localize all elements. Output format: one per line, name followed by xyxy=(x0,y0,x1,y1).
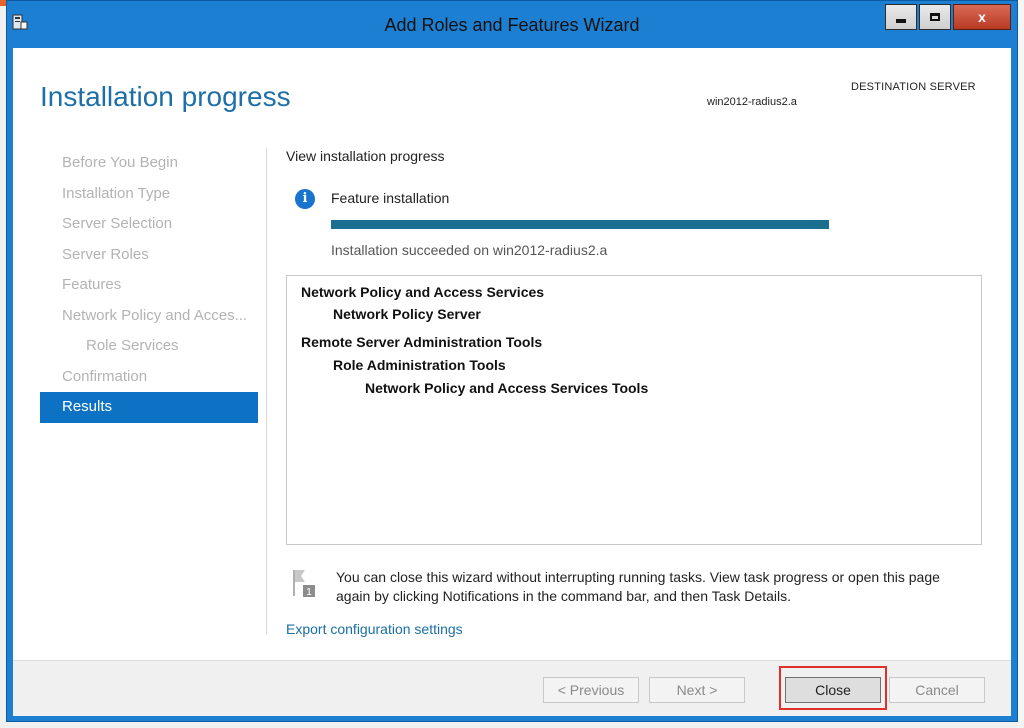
page-title: Installation progress xyxy=(40,81,291,112)
nav-item-results[interactable]: Results xyxy=(40,392,258,423)
nav-item-network-policy: Network Policy and Acces... xyxy=(62,306,248,324)
feature-installation-label: Feature installation xyxy=(331,190,450,206)
section-label: View installation progress xyxy=(286,148,445,164)
window-close-button[interactable]: x xyxy=(953,4,1011,30)
results-list: Network Policy and Access Services Netwo… xyxy=(286,275,982,545)
result-item: Network Policy and Access Services xyxy=(301,284,545,300)
destination-server-value: win2012-radius2.a xyxy=(707,96,797,108)
wizard-footer: < Previous Next > Close Cancel xyxy=(13,660,1011,716)
close-button[interactable]: Close xyxy=(785,677,881,703)
nav-item-server-roles: Server Roles xyxy=(62,245,149,263)
nav-item-server-selection: Server Selection xyxy=(62,215,173,232)
nav-item-confirmation: Confirmation xyxy=(62,367,148,385)
next-button[interactable]: Next > xyxy=(649,677,745,703)
info-icon: i xyxy=(295,189,315,209)
result-item: Role Administration Tools xyxy=(333,357,506,373)
notification-count: 1 xyxy=(306,587,312,598)
title-bar[interactable]: Add Roles and Features Wizard x xyxy=(7,1,1017,47)
background-app-edge xyxy=(1018,0,1024,728)
wizard-window: Add Roles and Features Wizard x Installa… xyxy=(6,0,1018,722)
minimize-button[interactable] xyxy=(885,4,917,30)
close-wizard-notice: You can close this wizard without interr… xyxy=(336,569,940,604)
nav-item-before-you-begin: Before You Begin xyxy=(62,154,178,171)
nav-item-installation-type: Installation Type xyxy=(62,184,171,202)
export-configuration-link[interactable]: Export configuration settings xyxy=(286,621,463,637)
maximize-button[interactable] xyxy=(919,4,951,30)
installation-status-text: Installation succeeded on win2012-radius… xyxy=(331,242,608,258)
close-icon: x xyxy=(978,9,986,25)
minimize-icon xyxy=(896,19,906,23)
installation-progress-bar xyxy=(331,220,829,229)
previous-button[interactable]: < Previous xyxy=(543,677,639,703)
wizard-steps-nav: Before You Begin Installation Type Serve… xyxy=(40,148,258,423)
window-title: Add Roles and Features Wizard xyxy=(384,15,640,35)
destination-server-label: DESTINATION SERVER xyxy=(851,81,976,93)
nav-divider xyxy=(266,148,267,634)
nav-item-features: Features xyxy=(62,276,122,293)
result-item: Remote Server Administration Tools xyxy=(301,334,543,350)
notification-flag-icon: 1 xyxy=(293,570,315,598)
cancel-button[interactable]: Cancel xyxy=(889,677,985,703)
result-item: Network Policy and Access Services Tools xyxy=(365,380,649,396)
wizard-client-area: Installation progress DESTINATION SERVER… xyxy=(13,48,1011,716)
maximize-icon xyxy=(930,13,940,21)
nav-item-role-services: Role Services xyxy=(86,337,179,354)
result-item: Network Policy Server xyxy=(333,306,481,322)
progress-bar-fill xyxy=(331,220,829,229)
